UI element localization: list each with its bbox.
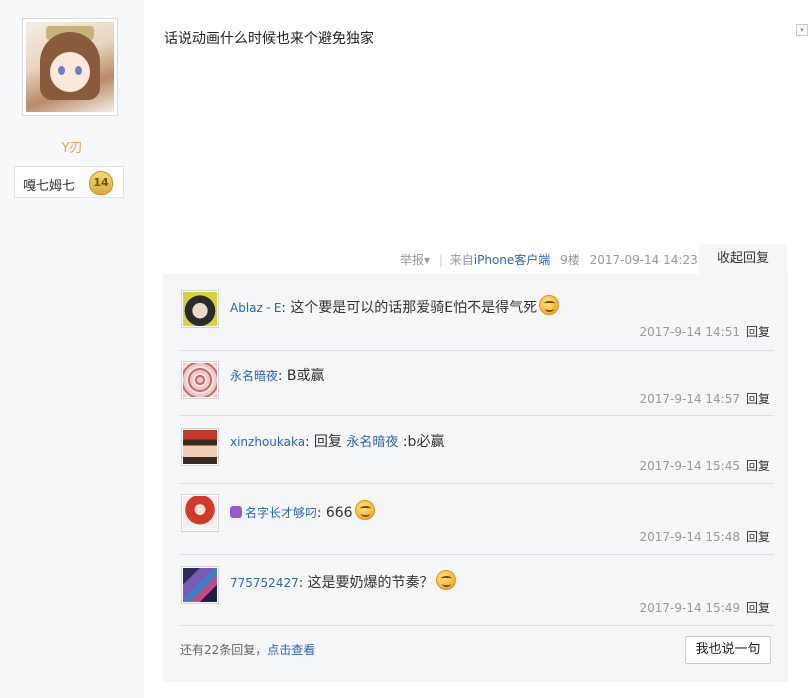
author-rank-badge[interactable]: 嘎七姆七 14 [14,166,124,198]
reply-item: Ablaz ╴E: 这个要是可以的话那爱骑E怕不是得气死 2017-9-14 1… [179,274,774,351]
author-username[interactable]: Y刃 [0,137,144,156]
reply-avatar[interactable] [181,290,219,328]
reply-avatar[interactable] [181,494,219,532]
post-menu-dropdown-icon[interactable]: ▾ [796,24,808,36]
report-arrow-icon: ▾ [424,253,431,267]
reply-meta: 2017-9-14 14:51 回复 [639,323,770,340]
write-reply-button[interactable]: 我也说一句 [685,636,771,664]
collapse-replies-button[interactable]: 收起回复 [699,244,787,274]
reply-item: 775752427: 这是要奶爆的节奏？ 2017-9-14 15:49 回复 [179,555,774,626]
reply-time: 2017-9-14 14:51 [639,325,740,339]
reply-body: Ablaz ╴E: 这个要是可以的话那爱骑E怕不是得气死 [230,295,560,317]
smiley-face-icon [435,570,456,590]
reply-text: 666 [321,505,353,521]
view-more-link[interactable]: 点击查看 [267,643,315,657]
reply-time: 2017-9-14 14:57 [639,392,740,406]
reply-meta: 2017-9-14 15:48 回复 [639,528,770,545]
reply-text: B或赢 [282,368,325,384]
reply-button[interactable]: 回复 [746,601,770,615]
author-column: Y刃 嘎七姆七 14 [0,0,144,698]
reply-username[interactable]: Ablaz ╴E [230,301,281,315]
purple-mecha-avatar-icon [183,568,217,602]
reply-text: 这个要是可以的话那爱骑E怕不是得气死 [285,300,538,316]
post-content: 话说动画什么时候也来个避免独家 [164,31,374,47]
reply-item: xinzhoukaka: 回复 永名暗夜 :b必赢 2017-9-14 15:4… [179,416,774,484]
reply-body: 775752427: 这是要奶爆的节奏？ [230,570,456,592]
reply-time: 2017-9-14 15:49 [639,601,740,615]
mention-link[interactable]: 永名暗夜 [346,435,398,450]
reply-text: :b必赢 [398,434,445,450]
reply-meta: 2017-9-14 14:57 回复 [639,390,770,407]
floor-reply-box: Ablaz ╴E: 这个要是可以的话那爱骑E怕不是得气死 2017-9-14 1… [163,274,788,682]
post-tail: 举报▾ | 来自iPhone客户端 9楼 2017-09-14 14:23 [400,251,698,268]
girl-red-hat-avatar-icon [183,430,217,464]
reply-time: 2017-9-14 15:45 [639,459,740,473]
reply-username[interactable]: 永名暗夜 [230,369,278,383]
reply-button[interactable]: 回复 [746,530,770,544]
reply-button[interactable]: 回复 [746,392,770,406]
reply-meta: 2017-9-14 15:45 回复 [639,457,770,474]
reply-body: 名字长才够叼: 666 [230,500,375,521]
more-replies-count: 还有22条回复， [180,643,268,657]
reply-button[interactable]: 回复 [746,325,770,339]
rank-level-icon: 14 [89,171,113,195]
floor-number: 9楼 [560,253,580,267]
post-source: 来自iPhone客户端 [449,253,551,267]
reply-username[interactable]: xinzhoukaka [230,435,305,449]
reply-avatar[interactable] [181,566,219,604]
author-avatar[interactable] [22,18,118,116]
smiley-face-icon [354,500,375,520]
reply-username[interactable]: 名字长才够叼 [245,506,317,520]
reply-username[interactable]: 775752427 [230,576,299,590]
reply-item: 永名暗夜: B或赢 2017-9-14 14:57 回复 [179,351,774,416]
anime-girl-avatar-icon [26,22,114,112]
reply-avatar[interactable] [181,428,219,466]
reply-body: xinzhoukaka: 回复 永名暗夜 :b必赢 [230,434,445,450]
vip-icon [230,506,242,518]
tail-separator: | [438,253,443,267]
dark-hair-character-avatar-icon [183,292,217,326]
more-replies: 还有22条回复，点击查看 [180,641,315,658]
mandala-avatar-icon [183,363,217,397]
reply-avatar[interactable] [181,361,219,399]
post-timestamp: 2017-09-14 14:23 [589,253,698,267]
reply-time: 2017-9-14 15:48 [639,530,740,544]
reply-item: 名字长才够叼: 666 2017-9-14 15:48 回复 [179,484,774,555]
reply-meta: 2017-9-14 15:49 回复 [639,599,770,616]
red-hair-character-avatar-icon [183,496,217,530]
report-link[interactable]: 举报▾ [400,251,430,268]
reply-text: 这是要奶爆的节奏？ [303,575,434,591]
smiley-face-icon [539,295,560,315]
reply-button[interactable]: 回复 [746,459,770,473]
source-device-link[interactable]: iPhone客户端 [474,253,551,267]
reply-body: 永名暗夜: B或赢 [230,368,325,384]
rank-label: 嘎七姆七 [23,179,76,194]
